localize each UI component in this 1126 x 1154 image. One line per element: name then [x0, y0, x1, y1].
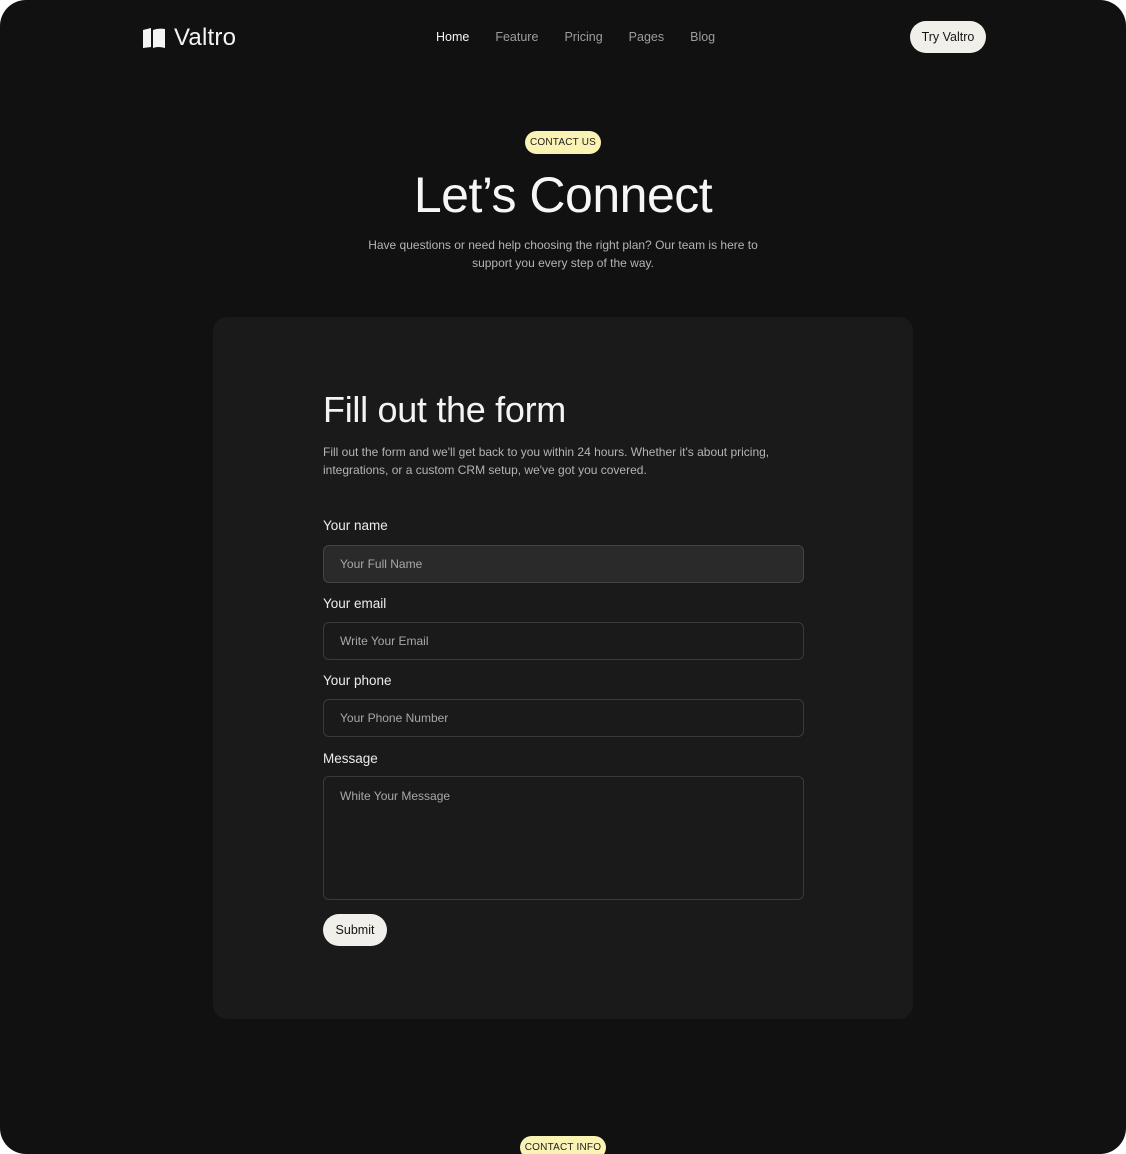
form-description: Fill out the form and we'll get back to …	[323, 445, 770, 477]
page-subtitle: Have questions or need help choosing the…	[368, 238, 758, 270]
message-label: Message	[323, 751, 378, 766]
name-label: Your name	[323, 518, 388, 533]
submit-button[interactable]: Submit	[323, 914, 387, 946]
contact-us-badge: CONTACT US	[525, 131, 601, 154]
name-input[interactable]	[323, 545, 804, 583]
nav-home[interactable]: Home	[436, 30, 469, 44]
page: Valtro Home Feature Pricing Pages Blog T…	[0, 0, 1126, 1154]
page-title: Let’s Connect	[413, 167, 713, 223]
brand-logo[interactable]: Valtro	[141, 24, 236, 52]
nav-blog[interactable]: Blog	[690, 30, 715, 44]
email-label: Your email	[323, 596, 387, 611]
nav-pages[interactable]: Pages	[629, 30, 664, 44]
form-title: Fill out the form	[323, 389, 566, 430]
contact-form-card: Fill out the form Fill out the form and …	[213, 317, 913, 1019]
brand-name: Valtro	[174, 24, 237, 51]
nav-feature[interactable]: Feature	[495, 30, 538, 44]
nav-pricing[interactable]: Pricing	[564, 30, 602, 44]
main-nav: Home Feature Pricing Pages Blog	[436, 30, 715, 44]
phone-input[interactable]	[323, 699, 804, 737]
message-textarea[interactable]	[323, 776, 804, 900]
email-input[interactable]	[323, 622, 804, 660]
phone-label: Your phone	[323, 673, 392, 688]
book-pages-icon	[143, 28, 165, 48]
contact-info-badge: CONTACT INFO	[520, 1136, 606, 1154]
try-valtro-button[interactable]: Try Valtro	[910, 21, 986, 53]
